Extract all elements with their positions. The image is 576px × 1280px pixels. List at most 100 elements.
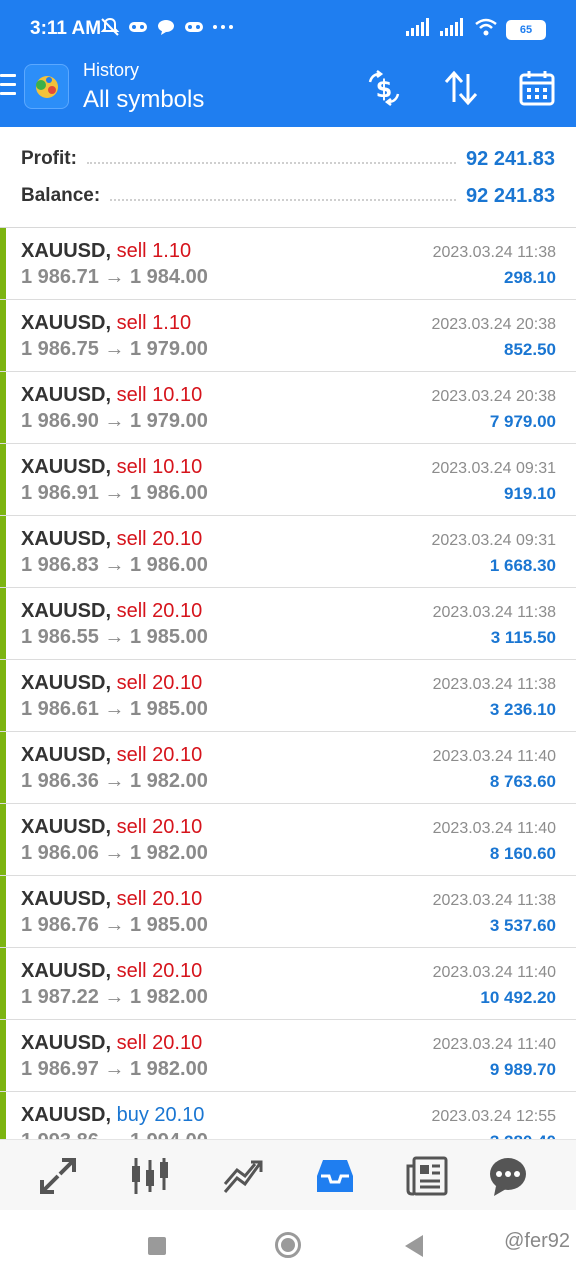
chart-icon[interactable] (126, 1152, 174, 1200)
symbol-name: XAUUSD, (21, 672, 112, 694)
trade-time: 2023.03.24 11:40 (432, 964, 556, 981)
trade-prices: 1 986.75 → 1 979.00 (21, 338, 208, 360)
more-dots-icon (212, 17, 233, 37)
trade-row[interactable]: XAUUSD, sell 20.10 1 986.06 → 1 982.00 202… (0, 804, 576, 876)
trade-prices: 1 986.36 → 1 982.00 (21, 770, 208, 792)
trade-side: sell 20.10 (116, 744, 203, 766)
signal-icon (406, 18, 432, 41)
leader-dots (86, 162, 457, 164)
trade-side: sell 20.10 (116, 816, 203, 838)
trade-side: sell 10.10 (116, 456, 203, 478)
trade-prices: 1 993.86 → 1 994.00 (21, 1130, 208, 1139)
trade-row[interactable]: XAUUSD, sell 1.10 1 986.71 → 1 984.00 2023… (0, 228, 576, 300)
row-indicator (0, 1092, 6, 1139)
symbol-name: XAUUSD, (21, 600, 112, 622)
trade-profit: 3 236.10 (489, 700, 556, 719)
back-button[interactable] (405, 1235, 423, 1257)
symbol-name: XAUUSD, (21, 384, 112, 406)
trade-row[interactable]: XAUUSD, buy 20.10 1 993.86 → 1 994.00 2023… (0, 1092, 576, 1139)
trade-prices: 1 986.76 → 1 985.00 (21, 914, 208, 936)
row-indicator (0, 876, 6, 947)
trade-row[interactable]: XAUUSD, sell 1.10 1 986.75 → 1 979.00 2023… (0, 300, 576, 372)
symbol-name: XAUUSD, (21, 1104, 112, 1126)
trade-symbol: XAUUSD, sell 20.10 (21, 816, 202, 839)
trade-side: sell 10.10 (116, 384, 203, 406)
trade-symbol: XAUUSD, sell 10.10 (21, 384, 202, 407)
trade-row[interactable]: XAUUSD, sell 20.10 1 987.22 → 1 982.00 202… (0, 948, 576, 1020)
trade-icon[interactable] (219, 1152, 267, 1200)
trade-row[interactable]: XAUUSD, sell 20.10 1 986.55 → 1 985.00 202… (0, 588, 576, 660)
trade-time: 2023.03.24 09:31 (431, 532, 556, 549)
profit-row: Profit: 92 241.83 (21, 143, 555, 175)
trade-prices: 1 986.97 → 1 982.00 (21, 1058, 208, 1080)
trade-profit: 1 668.30 (489, 556, 556, 575)
account-summary: Profit: 92 241.83 Balance: 92 241.83 (0, 127, 576, 228)
trade-list: XAUUSD, sell 1.10 1 986.71 → 1 984.00 2023… (0, 228, 576, 1139)
trade-time: 2023.03.24 11:40 (432, 820, 556, 837)
home-button[interactable] (275, 1232, 301, 1258)
menu-icon[interactable] (0, 74, 16, 98)
row-indicator (0, 1020, 6, 1091)
row-indicator (0, 588, 6, 659)
trade-profit: 9 989.70 (489, 1060, 556, 1079)
news-icon[interactable] (404, 1152, 452, 1200)
leader-dots (110, 199, 457, 201)
trade-profit: 10 492.20 (480, 988, 556, 1007)
symbol-name: XAUUSD, (21, 312, 112, 334)
trade-prices: 1 986.06 → 1 982.00 (21, 842, 208, 864)
row-indicator (0, 516, 6, 587)
trade-profit: 298.10 (504, 268, 556, 287)
trade-row[interactable]: XAUUSD, sell 10.10 1 986.90 → 1 979.00 202… (0, 372, 576, 444)
trade-symbol: XAUUSD, sell 1.10 (21, 240, 191, 263)
trade-symbol: XAUUSD, sell 20.10 (21, 672, 202, 695)
symbol-name: XAUUSD, (21, 1032, 112, 1054)
battery-icon: 65 (506, 19, 546, 40)
trade-time: 2023.03.24 11:40 (432, 1036, 556, 1053)
trade-row[interactable]: XAUUSD, sell 20.10 1 986.36 → 1 982.00 202… (0, 732, 576, 804)
trade-row[interactable]: XAUUSD, sell 20.10 1 986.76 → 1 985.00 202… (0, 876, 576, 948)
trade-symbol: XAUUSD, buy 20.10 (21, 1104, 204, 1127)
calendar-icon[interactable] (517, 68, 557, 108)
symbol-name: XAUUSD, (21, 960, 112, 982)
status-bar: 3:11 AM 65 (0, 0, 576, 58)
trade-profit: 7 979.00 (489, 412, 556, 431)
row-indicator (0, 228, 6, 299)
trade-prices: 1 987.22 → 1 982.00 (21, 986, 208, 1008)
balance-label: Balance: (21, 185, 101, 206)
trade-side: sell 1.10 (116, 312, 192, 334)
trade-row[interactable]: XAUUSD, sell 20.10 1 986.83 → 1 986.00 202… (0, 516, 576, 588)
app-header: History All symbols $ (0, 58, 576, 127)
status-time: 3:11 AM (30, 18, 102, 39)
sort-icon[interactable] (441, 68, 481, 108)
trade-profit: 3 537.60 (489, 916, 556, 935)
row-indicator (0, 660, 6, 731)
row-indicator (0, 732, 6, 803)
screen: 3:11 AM 65 History All symbols $ Profit:… (0, 0, 576, 1280)
deposit-icon[interactable]: $ (364, 68, 404, 108)
chat-icon[interactable] (484, 1152, 532, 1200)
status-icons-right: 65 (406, 18, 546, 41)
trade-row[interactable]: XAUUSD, sell 20.10 1 986.61 → 1 985.00 202… (0, 660, 576, 732)
trade-symbol: XAUUSD, sell 20.10 (21, 600, 202, 623)
symbol-name: XAUUSD, (21, 744, 112, 766)
quotes-icon[interactable] (34, 1152, 82, 1200)
symbol-filter[interactable]: All symbols (83, 86, 204, 114)
trade-side: sell 1.10 (116, 240, 192, 262)
trade-row[interactable]: XAUUSD, sell 20.10 1 986.97 → 1 982.00 202… (0, 1020, 576, 1092)
balance-value: 92 241.83 (466, 184, 555, 207)
trade-time: 2023.03.24 11:38 (432, 604, 556, 621)
trade-symbol: XAUUSD, sell 20.10 (21, 528, 202, 551)
history-icon[interactable] (311, 1152, 359, 1200)
trade-time: 2023.03.24 20:38 (431, 388, 556, 405)
row-indicator (0, 300, 6, 371)
trade-profit: 852.50 (504, 340, 556, 359)
app-header-area: 3:11 AM 65 History All symbols $ (0, 0, 576, 127)
trade-prices: 1 986.90 → 1 979.00 (21, 410, 208, 432)
profit-value: 92 241.83 (466, 147, 555, 170)
trade-row[interactable]: XAUUSD, sell 10.10 1 986.91 → 1 986.00 202… (0, 444, 576, 516)
recents-button[interactable] (148, 1237, 166, 1255)
system-nav-bar: @fer92 (0, 1210, 576, 1280)
game-icon (184, 17, 204, 37)
trade-prices: 1 986.71 → 1 984.00 (21, 266, 208, 288)
trade-time: 2023.03.24 20:38 (431, 316, 556, 333)
